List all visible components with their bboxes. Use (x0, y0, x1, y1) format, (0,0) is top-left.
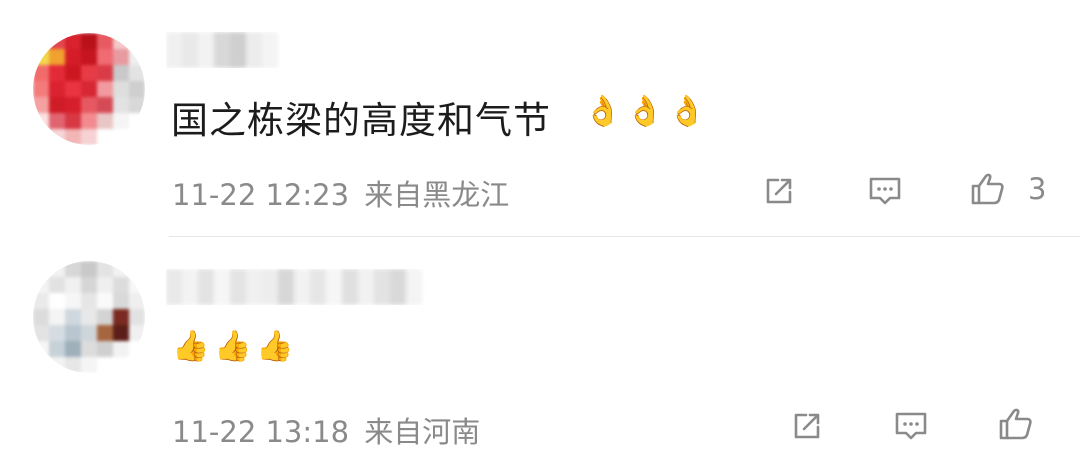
thumbs-up-emoji: 👍 (256, 329, 294, 364)
timestamp: 11-22 12:23 (172, 178, 350, 212)
avatar[interactable] (33, 261, 145, 373)
thumbs-up-emoji: 👍 (172, 329, 210, 364)
thumbs-up-emoji: 👍 (214, 329, 252, 364)
comment-item-1: 国之栋梁的高度和气节 👌 👌 👌 11-22 12:23 来自黑龙江 3 (0, 0, 1080, 237)
comment-text-body: 国之栋梁的高度和气节 (171, 99, 551, 142)
share-icon[interactable] (758, 170, 800, 212)
comment-meta: 11-22 12:23 来自黑龙江 (172, 172, 509, 214)
ok-hand-emoji: 👌 (626, 94, 664, 129)
share-icon[interactable] (786, 405, 828, 447)
comment-meta: 11-22 13:18 来自河南 (172, 409, 480, 451)
timestamp: 11-22 13:18 (172, 415, 350, 449)
username-redacted[interactable] (166, 32, 280, 68)
location: 来自黑龙江 (364, 178, 510, 212)
comment-icon[interactable] (890, 405, 932, 447)
thumbs-up-icon[interactable] (966, 168, 1008, 210)
location: 来自河南 (364, 415, 481, 449)
thumbs-up-icon[interactable] (994, 403, 1036, 445)
like-count: 3 (1028, 172, 1047, 206)
comment-text: 国之栋梁的高度和气节 (171, 90, 551, 144)
username-redacted[interactable] (166, 269, 428, 305)
ok-hand-emoji: 👌 (584, 94, 622, 129)
comment-item-2: 👍 👍 👍 11-22 13:18 来自河南 (0, 237, 1080, 457)
ok-hand-emoji: 👌 (668, 94, 706, 129)
comment-icon[interactable] (864, 170, 906, 212)
avatar[interactable] (33, 33, 145, 145)
